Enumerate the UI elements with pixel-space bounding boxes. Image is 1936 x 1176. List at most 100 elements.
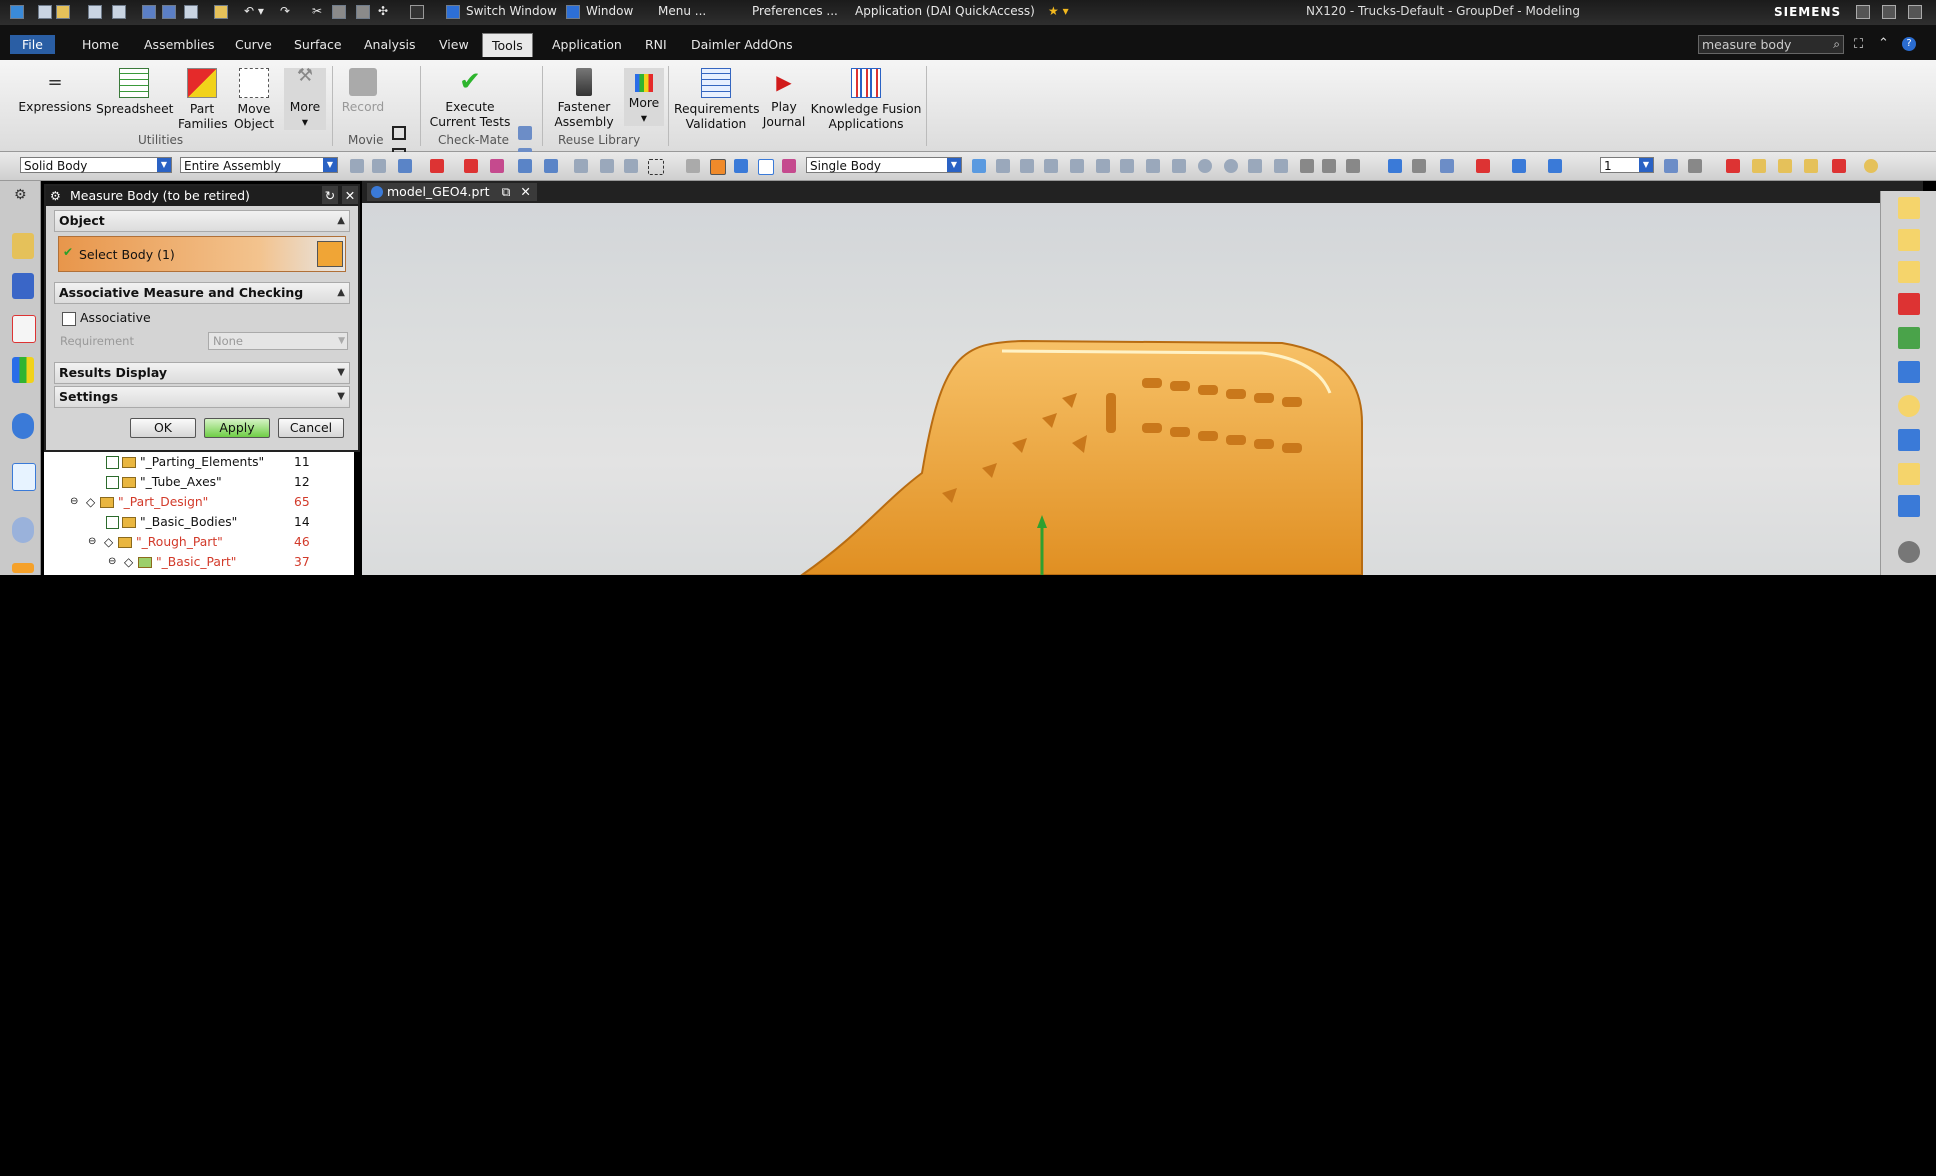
select-region-icon[interactable]: [624, 159, 638, 173]
collapse-icon[interactable]: ⊖: [88, 532, 96, 552]
reset-icon[interactable]: ↻: [322, 186, 338, 204]
grid-icon[interactable]: [1412, 159, 1426, 173]
save-all-icon[interactable]: [184, 5, 198, 19]
filter-face-icon[interactable]: [544, 159, 558, 173]
more-utilities-button[interactable]: ⚒ More ▾: [284, 67, 326, 130]
part-families-button[interactable]: Part Families: [178, 68, 228, 132]
fastener-assembly-button[interactable]: Fastener Assembly: [552, 68, 616, 130]
snap-existing-point-icon[interactable]: [1248, 159, 1262, 173]
roles-icon[interactable]: [12, 563, 34, 573]
snap-arc-center-icon[interactable]: [1070, 159, 1084, 173]
orient-view-icon[interactable]: [1898, 541, 1920, 563]
knowledge-fusion-button[interactable]: Knowledge Fusion Applications: [810, 68, 922, 132]
tree-row[interactable]: "_Tube_Axes" 12: [44, 472, 334, 492]
orient-icon[interactable]: [1512, 159, 1526, 173]
tree-row[interactable]: "_Parting_Elements" 11: [44, 452, 334, 472]
section-icon[interactable]: [1898, 361, 1920, 383]
rectangle-select-icon[interactable]: [648, 159, 664, 175]
type-filter-select[interactable]: Solid Body ▼: [20, 157, 172, 173]
snap-quadrant-icon[interactable]: [1172, 159, 1186, 173]
tree-row[interactable]: ⊖ ◇ "_Rough_Part" 46: [44, 532, 334, 552]
close-window-icon[interactable]: [1908, 5, 1922, 19]
tab-curve[interactable]: Curve: [235, 37, 272, 52]
copy-icon[interactable]: [332, 5, 346, 19]
wireframe-icon[interactable]: [758, 159, 774, 175]
search-icon[interactable]: ⌕: [1833, 37, 1840, 52]
snap-on-curve-icon[interactable]: [1274, 159, 1288, 173]
tree-row[interactable]: ⊖ ◇ "_Part_Design" 65: [44, 492, 334, 512]
filter-icon[interactable]: [350, 159, 364, 173]
apply-button[interactable]: Apply: [204, 418, 270, 438]
spreadsheet-button[interactable]: Spreadsheet: [96, 68, 173, 117]
snap-icon[interactable]: [372, 159, 386, 173]
save-as-icon[interactable]: [162, 5, 176, 19]
close-icon[interactable]: ✕: [342, 186, 358, 204]
ruler-icon[interactable]: [1898, 463, 1920, 485]
cancel-button[interactable]: Cancel: [278, 418, 344, 438]
wcs-icon[interactable]: [1548, 159, 1562, 173]
assembly-navigator-icon[interactable]: [12, 273, 34, 299]
tab-surface[interactable]: Surface: [294, 37, 342, 52]
pencil-icon[interactable]: [1804, 159, 1818, 173]
tab-assemblies[interactable]: Assemblies: [144, 37, 215, 52]
snap-endpoint-icon[interactable]: [972, 159, 986, 173]
history-icon[interactable]: [12, 517, 34, 543]
shaded-edges-icon[interactable]: [734, 159, 748, 173]
feature-icon[interactable]: [1898, 229, 1920, 251]
tree-row[interactable]: ⊖ ◇ "_Basic_Part" 37: [44, 552, 334, 572]
view-orient-icon[interactable]: [686, 159, 700, 173]
snap-intersection-icon[interactable]: [1044, 159, 1058, 173]
highlight-icon[interactable]: [490, 159, 504, 173]
requirement-select[interactable]: None ▼: [208, 332, 348, 350]
minimize-icon[interactable]: [1856, 5, 1870, 19]
record-button[interactable]: Record: [340, 68, 386, 115]
snap-curve-icon[interactable]: [1120, 159, 1134, 173]
part-navigator-icon[interactable]: [12, 233, 34, 259]
play-journal-button[interactable]: ▶ Play Journal: [762, 68, 806, 130]
expression-edit-icon[interactable]: [1898, 261, 1920, 283]
tab-rni[interactable]: RNI: [645, 37, 667, 52]
tab-home[interactable]: Home: [82, 37, 119, 52]
window-icon[interactable]: [410, 5, 424, 19]
measure-icon[interactable]: [1476, 159, 1490, 173]
menu-button[interactable]: Menu ...: [658, 4, 706, 20]
snap-bounded-icon[interactable]: [1322, 159, 1336, 173]
object-section-header[interactable]: Object ▲: [54, 210, 350, 232]
snap-spline-icon[interactable]: [1146, 159, 1160, 173]
tab-daimler-addons[interactable]: Daimler AddOns: [691, 37, 793, 52]
filter-body-icon[interactable]: [518, 159, 532, 173]
undo-icon[interactable]: ↶ ▾: [244, 4, 264, 20]
tab-view[interactable]: View: [439, 37, 469, 52]
help-icon[interactable]: ?: [1902, 37, 1916, 51]
execute-current-tests-button[interactable]: ✔ Execute Current Tests: [428, 68, 512, 130]
ok-button[interactable]: OK: [130, 418, 196, 438]
preferences-button[interactable]: Preferences ...: [752, 4, 838, 20]
switch-window-button[interactable]: Switch Window: [466, 4, 557, 20]
preview-icon[interactable]: [112, 5, 126, 19]
body-rule-select[interactable]: Single Body ▼: [806, 157, 962, 173]
select-edge-icon[interactable]: [574, 159, 588, 173]
compare-icon[interactable]: [1898, 429, 1920, 451]
select-body-cube-icon[interactable]: [317, 241, 343, 267]
command-search-input[interactable]: measure body ⌕: [1698, 35, 1844, 54]
snap-control-icon[interactable]: [1020, 159, 1034, 173]
associative-checkbox[interactable]: [62, 312, 76, 326]
visibility-checkbox[interactable]: [106, 456, 119, 469]
folder-icon[interactable]: [214, 5, 228, 19]
undock-icon[interactable]: ⧉: [501, 184, 510, 199]
snap-on-face-icon[interactable]: [1300, 159, 1314, 173]
gear-icon[interactable]: ⚙: [14, 187, 27, 203]
annotation-icon[interactable]: [1832, 159, 1846, 173]
info-icon[interactable]: [1898, 495, 1920, 517]
maximize-graphics-icon[interactable]: ⛶: [1854, 37, 1863, 52]
collapse-ribbon-icon[interactable]: ⌃: [1878, 36, 1889, 51]
select-all-icon[interactable]: [430, 159, 444, 173]
selection-scope-select[interactable]: Entire Assembly ▼: [180, 157, 338, 173]
cut-icon[interactable]: ✂: [312, 4, 322, 20]
new-file-icon[interactable]: [38, 5, 52, 19]
truck-part-model[interactable]: [800, 339, 1363, 575]
layer-settings-icon[interactable]: [1664, 159, 1678, 173]
hd3d-tools-icon[interactable]: [12, 413, 34, 439]
body-color-icon[interactable]: [782, 159, 796, 173]
tab-file[interactable]: File: [10, 35, 55, 54]
